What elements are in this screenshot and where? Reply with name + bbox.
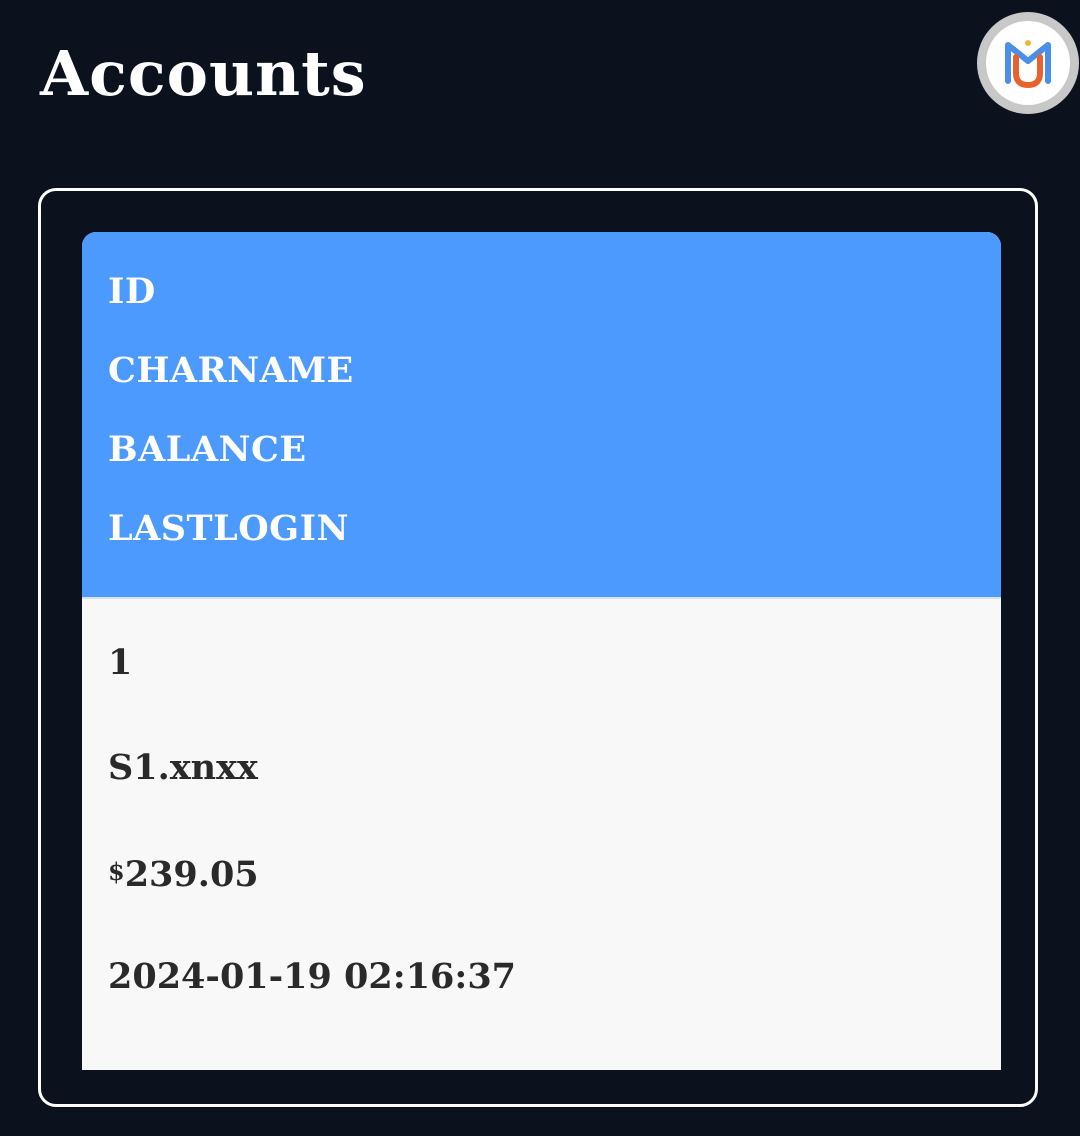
avatar[interactable] xyxy=(977,12,1079,114)
column-header-lastlogin: LASTLOGIN xyxy=(108,508,349,549)
column-header-balance: BALANCE xyxy=(108,429,307,470)
cell-charname: S1.xnxx xyxy=(108,746,258,788)
cell-lastlogin: 2024-01-19 02:16:37 xyxy=(108,955,517,997)
balance-amount: 239.05 xyxy=(124,854,259,895)
brand-logo-icon xyxy=(1005,40,1051,88)
accounts-table: ID CHARNAME BALANCE LASTLOGIN 1 S1.xnxx … xyxy=(82,232,1001,1070)
cell-id: 1 xyxy=(108,642,133,683)
cell-balance: $239.05 xyxy=(82,848,1001,953)
column-header-charname: CHARNAME xyxy=(108,350,354,391)
accounts-page: Accounts ID CHARNAME BALANCE LASTLOGIN 1 xyxy=(0,0,1080,1136)
page-title: Accounts xyxy=(40,37,367,110)
currency-symbol: $ xyxy=(108,857,125,886)
accounts-card: ID CHARNAME BALANCE LASTLOGIN 1 S1.xnxx … xyxy=(38,188,1038,1107)
table-row[interactable]: 1 S1.xnxx $239.05 2024-01-19 02:16:37 xyxy=(82,599,1001,1057)
avatar-inner xyxy=(986,21,1070,105)
table-header: ID CHARNAME BALANCE LASTLOGIN xyxy=(82,232,1001,599)
column-header-id: ID xyxy=(108,271,156,312)
